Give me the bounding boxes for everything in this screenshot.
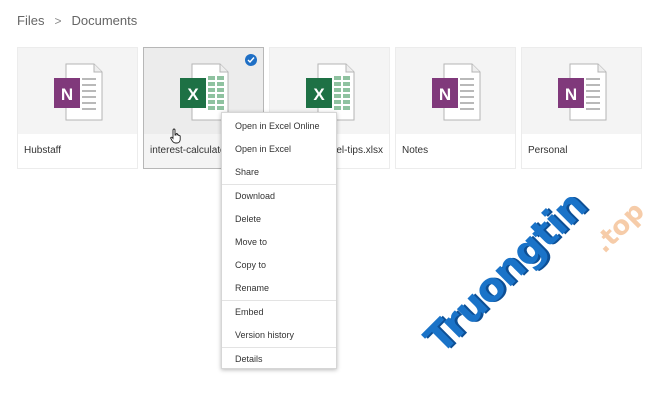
breadcrumb-files[interactable]: Files (17, 13, 44, 28)
onenote-icon: N (396, 48, 515, 136)
menu-item-version-history[interactable]: Version history (222, 324, 336, 347)
file-tile-personal[interactable]: N Personal (521, 47, 642, 169)
menu-item-share[interactable]: Share (222, 161, 336, 184)
file-name: Notes (396, 134, 515, 168)
menu-item-embed[interactable]: Embed (222, 301, 336, 324)
watermark-suffix: .top (588, 196, 651, 260)
svg-text:N: N (438, 85, 450, 104)
menu-item-delete[interactable]: Delete (222, 208, 336, 231)
file-tile-notes[interactable]: N Notes (395, 47, 516, 169)
svg-text:N: N (564, 85, 576, 104)
menu-item-copy-to[interactable]: Copy to (222, 254, 336, 277)
file-tile-hubstaff[interactable]: N Hubstaff (17, 47, 138, 169)
menu-item-move-to[interactable]: Move to (222, 231, 336, 254)
svg-text:X: X (187, 85, 199, 104)
checkmark-icon[interactable] (245, 54, 257, 66)
breadcrumb-documents[interactable]: Documents (71, 13, 137, 28)
menu-item-open-in-excel[interactable]: Open in Excel (222, 138, 336, 161)
file-name: Personal (522, 134, 641, 168)
watermark-logo: Truongtin (416, 182, 596, 363)
hand-cursor-icon (170, 128, 182, 149)
file-name: Hubstaff (18, 134, 137, 168)
context-menu: Open in Excel Online Open in Excel Share… (221, 112, 337, 369)
chevron-right-icon: > (54, 13, 62, 28)
breadcrumb: Files > Documents (17, 13, 137, 28)
onenote-icon: N (18, 48, 137, 136)
svg-text:X: X (313, 85, 325, 104)
onenote-icon: N (522, 48, 641, 136)
menu-item-download[interactable]: Download (222, 185, 336, 208)
menu-item-details[interactable]: Details (222, 348, 336, 371)
menu-item-open-in-excel-online[interactable]: Open in Excel Online (222, 115, 336, 138)
menu-item-rename[interactable]: Rename (222, 277, 336, 300)
svg-text:N: N (60, 85, 72, 104)
